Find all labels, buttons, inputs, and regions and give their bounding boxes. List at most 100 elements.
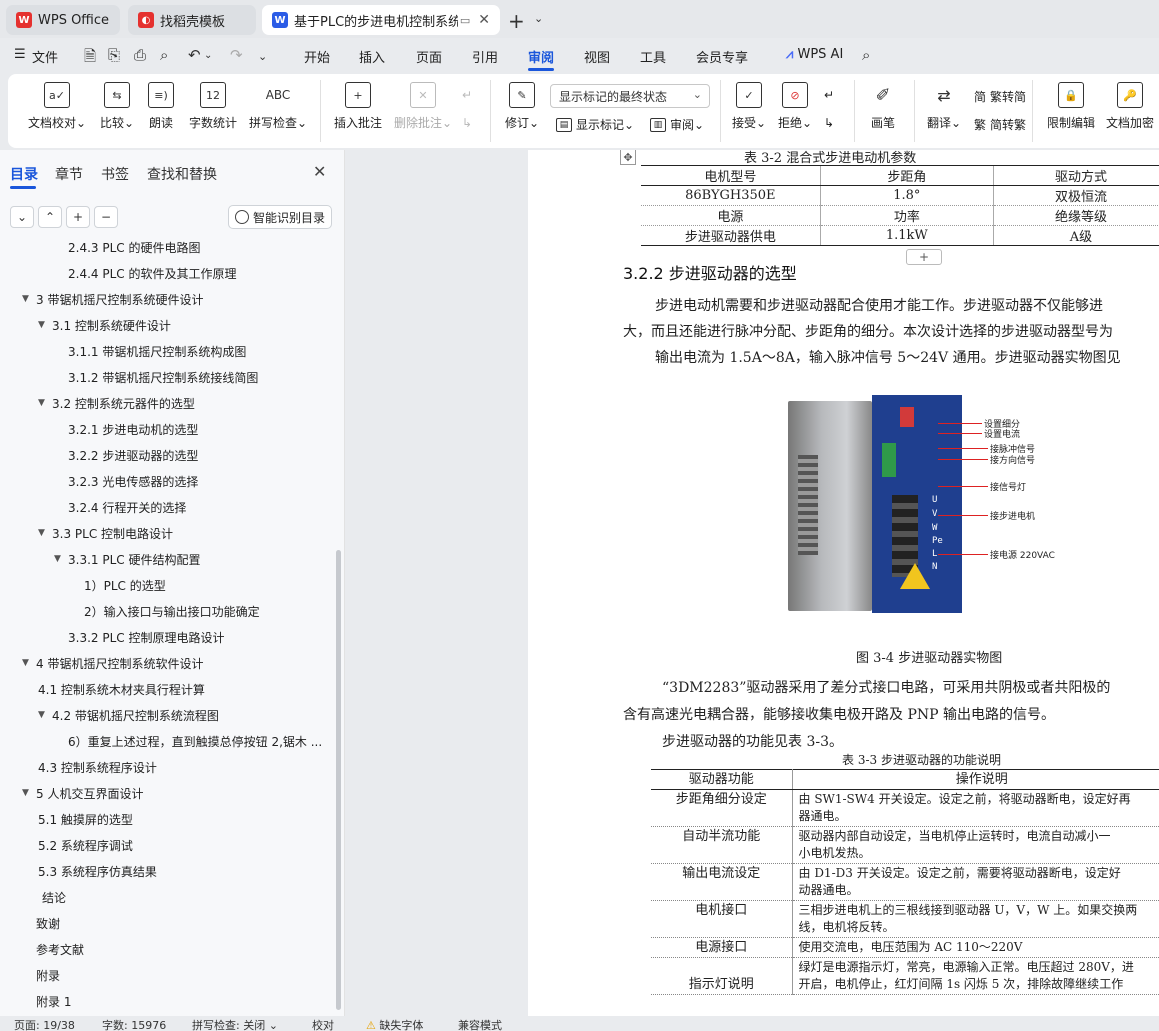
- expand-arrow-icon[interactable]: ▼: [22, 294, 36, 304]
- toc-item[interactable]: ▼ 4.2 带锯机摇尺控制系统流程图: [38, 702, 219, 728]
- close-icon[interactable]: ✕: [478, 12, 490, 28]
- expand-arrow-icon[interactable]: ▼: [22, 658, 36, 668]
- expand-arrow-icon[interactable]: ▼: [38, 398, 52, 408]
- nav-tab-find-replace[interactable]: 查找和替换: [147, 164, 217, 184]
- collapse-all-button[interactable]: ⌄: [10, 206, 34, 228]
- add-row-button[interactable]: +: [906, 249, 942, 265]
- restrict-edit-button[interactable]: 🔒 限制编辑: [1044, 82, 1098, 131]
- window-mode-icon[interactable]: ▭: [460, 14, 470, 27]
- tab-docer-templates[interactable]: ◐ 找稻壳模板: [128, 5, 256, 35]
- toc-item[interactable]: 3.3.2 PLC 控制原理电路设计: [68, 624, 224, 650]
- document-page[interactable]: ✥ 表 3-2 混合式步进电动机参数 电机型号 步距角 驱动方式 86BYGH350E…: [528, 150, 1159, 1016]
- pen-button[interactable]: ✐ 画笔: [866, 82, 900, 131]
- nav-tab-chapters[interactable]: 章节: [55, 164, 83, 184]
- undo-chevron-icon[interactable]: ⌄: [204, 50, 212, 61]
- menu-tools[interactable]: 工具: [640, 47, 666, 66]
- toc-item[interactable]: 致谢: [36, 910, 60, 936]
- menu-home[interactable]: 开始: [304, 47, 330, 66]
- menu-insert[interactable]: 插入: [359, 47, 385, 66]
- read-aloud-button[interactable]: ≡) 朗读: [144, 82, 178, 131]
- markup-mode-select[interactable]: 显示标记的最终状态 ⌄: [550, 84, 710, 108]
- toc-item[interactable]: 5.1 触摸屏的选型: [38, 806, 133, 832]
- nav-tab-toc[interactable]: 目录: [10, 164, 38, 184]
- next-change-icon[interactable]: ↳: [824, 116, 834, 130]
- toc-item[interactable]: 3.2.3 光电传感器的选择: [68, 468, 198, 494]
- toc-item[interactable]: ▼ 5 人机交互界面设计: [22, 780, 143, 806]
- translate-button[interactable]: ⇄ 翻译⌄: [924, 82, 964, 131]
- redo-icon[interactable]: ↷: [230, 46, 243, 64]
- toc-item[interactable]: 3.1.2 带锯机摇尺控制系统接线简图: [68, 364, 258, 390]
- toc-item[interactable]: 2.4.3 PLC 的硬件电路图: [68, 236, 200, 260]
- toc-item[interactable]: ▼ 3.3.1 PLC 硬件结构配置: [54, 546, 200, 572]
- print-preview-icon[interactable]: ⌕: [160, 46, 168, 64]
- insert-comment-button[interactable]: + 插入批注: [332, 82, 384, 131]
- doc-encrypt-button[interactable]: 🔑 文档加密: [1104, 82, 1156, 131]
- toc-item[interactable]: 3.2.4 行程开关的选择: [68, 494, 186, 520]
- toc-item[interactable]: 4.1 控制系统木材夹具行程计算: [38, 676, 205, 702]
- proof-status[interactable]: 校对: [312, 1017, 334, 1031]
- expand-arrow-icon[interactable]: ▼: [22, 788, 36, 798]
- toc-item[interactable]: 3.2.2 步进驱动器的选型: [68, 442, 198, 468]
- chevron-down-icon[interactable]: ⌄: [534, 12, 543, 25]
- show-markup-button[interactable]: ▤ 显示标记 ⌄: [556, 116, 634, 133]
- more-chevron-icon[interactable]: ⌄: [258, 50, 267, 63]
- close-icon[interactable]: ✕: [313, 162, 326, 181]
- menu-review[interactable]: 审阅: [528, 47, 554, 66]
- track-changes-button[interactable]: ✎ 修订⌄: [502, 82, 542, 131]
- accept-button[interactable]: ✓ 接受⌄: [730, 82, 768, 131]
- add-heading-button[interactable]: +: [66, 206, 90, 228]
- toc-item[interactable]: 5.3 系统程序仿真结果: [38, 858, 157, 884]
- page-indicator[interactable]: 页面: 19/38: [14, 1017, 75, 1031]
- print-icon[interactable]: ⎙: [134, 46, 146, 64]
- menu-references[interactable]: 引用: [472, 47, 498, 66]
- toc-scrollbar[interactable]: [336, 550, 341, 1010]
- menu-file[interactable]: 文件: [32, 47, 58, 66]
- toc-item[interactable]: 4.3 控制系统程序设计: [38, 754, 157, 780]
- toc-item[interactable]: 参考文献: [36, 936, 84, 962]
- menu-page[interactable]: 页面: [416, 47, 442, 66]
- table-move-handle-icon[interactable]: ✥: [620, 150, 636, 165]
- remove-heading-button[interactable]: −: [94, 206, 118, 228]
- expand-arrow-icon[interactable]: ▼: [54, 554, 68, 564]
- save-icon[interactable]: 🗎: [84, 46, 96, 71]
- new-tab-plus-icon[interactable]: +: [508, 9, 525, 33]
- word-count-button[interactable]: 12 字数统计: [186, 82, 240, 131]
- hamburger-menu-icon[interactable]: ☰: [14, 47, 26, 62]
- prev-change-icon[interactable]: ↵: [824, 88, 834, 102]
- toc-item[interactable]: 结论: [42, 884, 66, 910]
- expand-up-button[interactable]: ⌃: [38, 206, 62, 228]
- toc-item[interactable]: 6）重复上述过程，直到触摸总停按钮 2,锯木 ...: [68, 728, 322, 754]
- smart-toc-button[interactable]: 智能识别目录: [228, 205, 332, 229]
- toc-item[interactable]: ▼ 4 带锯机摇尺控制系统软件设计: [22, 650, 203, 676]
- menu-view[interactable]: 视图: [584, 47, 610, 66]
- toc-item[interactable]: 3.2.1 步进电动机的选型: [68, 416, 198, 442]
- compare-button[interactable]: ⇆ 比较⌄: [94, 82, 140, 131]
- word-count-status[interactable]: 字数: 15976: [102, 1017, 166, 1031]
- toc-item[interactable]: 2）输入接口与输出接口功能确定: [84, 598, 260, 624]
- spell-check-button[interactable]: ABC 拼写检查⌄: [248, 82, 308, 131]
- missing-font-status[interactable]: ⚠ 缺失字体: [366, 1017, 423, 1031]
- simp-to-trad-button[interactable]: 简 繁转简: [974, 88, 1026, 105]
- menu-member[interactable]: 会员专享: [696, 47, 748, 66]
- toc-item[interactable]: ▼ 3.1 控制系统硬件设计: [38, 312, 171, 338]
- prev-comment-icon[interactable]: ↵: [462, 88, 472, 102]
- undo-icon[interactable]: ↶: [188, 46, 201, 64]
- spell-check-status[interactable]: 拼写检查: 关闭 ⌄: [192, 1017, 278, 1031]
- toc-item[interactable]: 1）PLC 的选型: [84, 572, 166, 598]
- toc-item[interactable]: 附录: [36, 962, 60, 988]
- trad-to-simp-button[interactable]: 繁 简转繁: [974, 116, 1026, 133]
- expand-arrow-icon[interactable]: ▼: [38, 710, 52, 720]
- toc-item[interactable]: 3.1.1 带锯机摇尺控制系统构成图: [68, 338, 246, 364]
- review-pane-button[interactable]: ▥ 审阅 ⌄: [650, 116, 704, 133]
- toc-item[interactable]: ▼ 3 带锯机摇尺控制系统硬件设计: [22, 286, 203, 312]
- wps-ai-button[interactable]: ⩘ WPS AI: [786, 47, 843, 62]
- tab-current-document[interactable]: W 基于PLC的步进电机控制系统设 ▭ ✕: [262, 5, 500, 35]
- toc-item[interactable]: ▼ 3.2 控制系统元器件的选型: [38, 390, 195, 416]
- toc-item[interactable]: 5.2 系统程序调试: [38, 832, 133, 858]
- delete-comment-button[interactable]: ✕ 删除批注⌄: [392, 82, 454, 131]
- toc-item[interactable]: 附录 1: [36, 988, 71, 1014]
- expand-arrow-icon[interactable]: ▼: [38, 320, 52, 330]
- reject-button[interactable]: ⊘ 拒绝⌄: [776, 82, 814, 131]
- export-pdf-icon[interactable]: ⎘: [108, 46, 120, 64]
- nav-tab-bookmarks[interactable]: 书签: [101, 164, 129, 184]
